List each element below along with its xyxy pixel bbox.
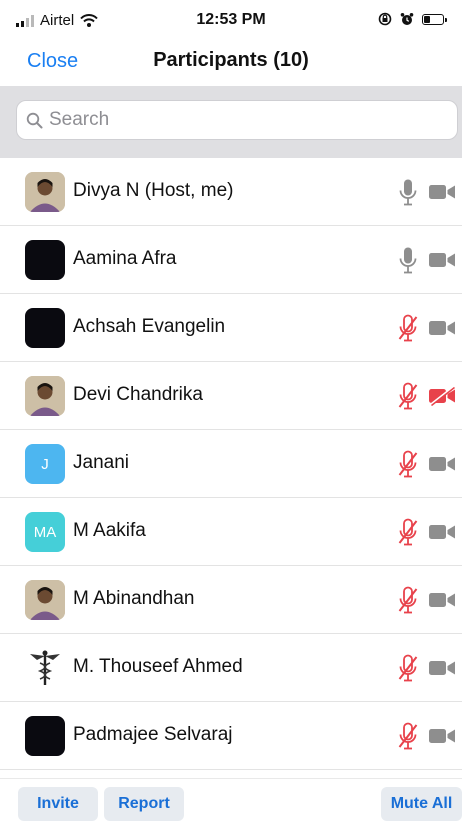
video-icon[interactable]	[428, 454, 456, 474]
avatar	[25, 240, 65, 280]
avatar	[25, 308, 65, 348]
profile-photo-icon	[25, 580, 65, 620]
search-field[interactable]	[16, 100, 458, 140]
video-icon[interactable]	[428, 182, 456, 202]
mic-muted-icon[interactable]	[398, 314, 418, 342]
participant-name: Achsah Evangelin	[73, 316, 226, 337]
participant-name: M Aakifa	[73, 520, 146, 541]
participant-name: Divya N (Host, me)	[73, 180, 234, 201]
mic-muted-icon[interactable]	[398, 450, 418, 478]
nav-bar: Close Participants (10)	[0, 40, 462, 86]
bottom-toolbar: Invite Report Mute All	[0, 778, 462, 821]
avatar-initials: MA	[33, 523, 57, 541]
profile-photo-icon	[25, 172, 65, 212]
mic-icon[interactable]	[398, 178, 418, 206]
mic-icon[interactable]	[398, 246, 418, 274]
mic-muted-icon[interactable]	[398, 518, 418, 546]
participant-row[interactable]: J Janani	[0, 430, 462, 498]
video-icon[interactable]	[428, 726, 456, 746]
participant-row[interactable]: Achsah Evangelin	[0, 294, 462, 362]
participant-row[interactable]: Padmajee Selvaraj	[0, 702, 462, 770]
participant-name: Padmajee Selvaraj	[73, 724, 233, 745]
page-title: Participants (10)	[153, 49, 309, 71]
participant-row[interactable]: M. Thouseef Ahmed	[0, 634, 462, 702]
participant-name: M Abinandhan	[73, 588, 195, 609]
participant-row[interactable]: Devi Chandrika	[0, 362, 462, 430]
caduceus-icon	[30, 650, 60, 685]
video-icon[interactable]	[428, 590, 456, 610]
avatar: J	[25, 444, 65, 484]
participant-name: Aamina Afra	[73, 248, 177, 269]
mic-muted-icon[interactable]	[398, 586, 418, 614]
video-icon[interactable]	[428, 250, 456, 270]
status-bar: Airtel 12:53 PM	[0, 0, 462, 40]
participant-row[interactable]: Divya N (Host, me)	[0, 158, 462, 226]
avatar-initials: J	[41, 455, 49, 473]
mic-muted-icon[interactable]	[398, 722, 418, 750]
mic-muted-icon[interactable]	[398, 654, 418, 682]
video-icon[interactable]	[428, 318, 456, 338]
participant-row[interactable]: MA M Aakifa	[0, 498, 462, 566]
avatar	[25, 376, 65, 416]
video-off-icon[interactable]	[428, 386, 456, 406]
video-icon[interactable]	[428, 658, 456, 678]
profile-photo-icon	[25, 376, 65, 416]
avatar: MA	[25, 512, 65, 552]
search-bar	[0, 86, 462, 158]
participant-row[interactable]: M Abinandhan	[0, 566, 462, 634]
rotation-lock-icon	[378, 12, 392, 26]
participant-list: Divya N (Host, me) Aamina Afra Achsah Evan…	[0, 158, 462, 770]
battery-icon	[422, 13, 447, 25]
participant-name: M. Thouseef Ahmed	[73, 656, 243, 677]
status-right	[378, 12, 447, 26]
video-icon[interactable]	[428, 522, 456, 542]
participant-name: Devi Chandrika	[73, 384, 203, 405]
avatar	[25, 580, 65, 620]
alarm-icon	[400, 13, 414, 25]
participant-row[interactable]: Aamina Afra	[0, 226, 462, 294]
mic-muted-icon[interactable]	[398, 382, 418, 410]
avatar	[25, 648, 65, 688]
avatar	[25, 716, 65, 756]
participant-name: Janani	[73, 452, 129, 473]
search-input[interactable]	[49, 109, 429, 131]
avatar	[25, 172, 65, 212]
search-icon	[26, 112, 43, 129]
